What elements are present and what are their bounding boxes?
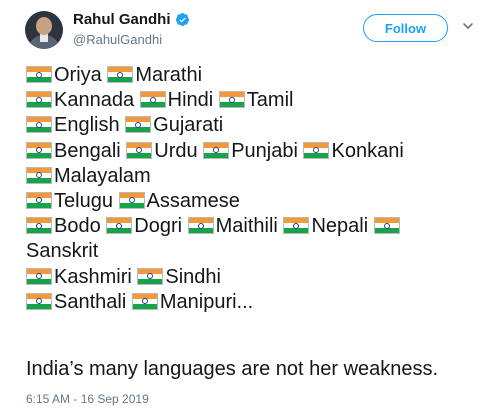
language-name: Nepali (311, 215, 369, 238)
language-name: Bengali (54, 139, 121, 162)
tweet-line: English Gujarati (26, 113, 466, 138)
india-flag-icon (137, 267, 164, 285)
india-flag-icon (26, 166, 52, 184)
india-flag-icon (203, 141, 230, 159)
language-name: Kannada (54, 89, 135, 112)
language-name: Tamil (246, 89, 294, 112)
language-name: Sanskrit (26, 240, 99, 263)
avatar[interactable] (25, 11, 63, 49)
tweet-statement: India’s many languages are not her weakn… (26, 358, 439, 380)
india-flag-icon (106, 217, 133, 235)
tweet-line: Malayalam (26, 164, 466, 189)
chevron-down-icon[interactable] (462, 20, 474, 32)
tweet-timestamp[interactable]: 6:15 AM - 16 Sep 2019 (26, 392, 149, 406)
india-flag-icon (26, 191, 52, 209)
language-name: Urdu (154, 139, 198, 162)
tweet-line: Kannada Hindi Tamil (26, 88, 466, 113)
india-flag-icon (118, 191, 145, 209)
language-name: Manipuri... (159, 290, 254, 313)
india-flag-icon (26, 217, 52, 235)
language-name: Punjabi (231, 139, 298, 162)
india-flag-icon (187, 217, 214, 235)
language-name: Malayalam (54, 164, 151, 187)
india-flag-icon (26, 91, 52, 109)
india-flag-icon (26, 116, 52, 134)
tweet-line: Sanskrit (26, 239, 466, 264)
india-flag-icon (126, 141, 153, 159)
tweet-text: Oriya Marathi Kannada Hindi Tamil English … (26, 63, 466, 315)
language-name: Marathi (135, 64, 203, 86)
india-flag-icon (373, 217, 400, 235)
tweet-line: Telugu Assamese (26, 189, 466, 214)
india-flag-icon (26, 141, 52, 159)
tweet-line: Kashmiri Sindhi (26, 265, 466, 290)
india-flag-icon (26, 292, 52, 310)
tweet-line: Bodo Dogri Maithili Nepali (26, 214, 466, 239)
language-name: Maithili (215, 215, 278, 238)
language-name: Santhali (54, 290, 127, 313)
tweet-line: Santhali Manipuri... (26, 290, 466, 315)
india-flag-icon (26, 267, 52, 285)
tweet-line: Bengali Urdu Punjabi Konkani (26, 139, 466, 164)
language-name: Kashmiri (54, 265, 132, 288)
language-name: English (54, 114, 120, 137)
india-flag-icon (218, 91, 245, 109)
language-name: Dogri (134, 215, 183, 238)
tweet-line: Oriya Marathi (26, 63, 466, 88)
follow-button[interactable]: Follow (363, 14, 448, 42)
language-name: Oriya (54, 64, 102, 86)
india-flag-icon (107, 66, 134, 83)
display-name[interactable]: Rahul Gandhi (73, 11, 171, 28)
author-name-row[interactable]: Rahul Gandhi (73, 11, 190, 28)
india-flag-icon (303, 141, 330, 159)
language-name: Gujarati (153, 114, 224, 137)
tweet-card: Rahul Gandhi @RahulGandhi Follow Oriya M… (0, 0, 500, 411)
india-flag-icon (125, 116, 152, 134)
india-flag-icon (283, 217, 310, 235)
language-name: Konkani (331, 139, 404, 162)
account-handle[interactable]: @RahulGandhi (73, 32, 162, 47)
india-flag-icon (131, 292, 158, 310)
india-flag-icon (26, 66, 52, 83)
language-name: Hindi (167, 89, 214, 112)
language-name: Assamese (146, 189, 240, 212)
language-name: Telugu (54, 189, 113, 212)
language-name: Sindhi (165, 265, 221, 288)
language-name: Bodo (54, 215, 101, 238)
india-flag-icon (139, 91, 166, 109)
verified-badge-icon (175, 12, 189, 27)
